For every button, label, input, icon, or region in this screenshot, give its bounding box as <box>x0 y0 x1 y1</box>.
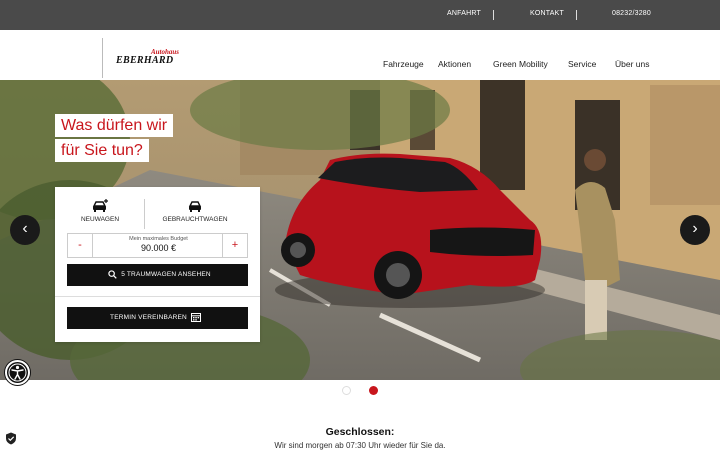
vehicle-search-card: NEUWAGEN GEBRAUCHTWAGEN - Mein maximales… <box>55 187 260 342</box>
budget-increase-button[interactable]: + <box>222 234 247 257</box>
accessibility-icon <box>8 363 27 382</box>
show-cars-button[interactable]: 5 TRAUMWAGEN ANSEHEN <box>67 264 248 286</box>
topbar-divider <box>493 10 494 20</box>
slider-next-button[interactable]: › <box>680 215 710 245</box>
hero-headline: Was dürfen wir für Sie tun? <box>55 114 174 162</box>
anfahrt-link[interactable]: ANFAHRT <box>447 10 481 17</box>
accessibility-button[interactable] <box>5 360 30 385</box>
calendar-icon <box>190 313 201 323</box>
tab-neuwagen-label: NEUWAGEN <box>80 216 120 223</box>
site-header: Autohaus EBERHARD Fahrzeuge Aktionen Gre… <box>0 30 720 80</box>
headline-line-2: für Sie tun? <box>55 139 149 162</box>
slider-prev-button[interactable]: ‹ <box>10 215 40 245</box>
slider-dot-1[interactable] <box>342 386 351 395</box>
opening-status-title: Geschlossen: <box>325 426 395 438</box>
phone-link[interactable]: 08232/3280 <box>612 10 651 17</box>
headline-line-1: Was dürfen wir <box>55 114 174 137</box>
kontakt-link[interactable]: KONTAKT <box>530 10 564 17</box>
logo-line-2: EBERHARD <box>116 55 174 66</box>
logo[interactable]: Autohaus EBERHARD <box>113 46 183 70</box>
tab-divider <box>144 199 145 229</box>
nav-item-green-mobility[interactable]: Green Mobility <box>493 59 548 69</box>
nav-item-fahrzeuge[interactable]: Fahrzeuge <box>383 59 424 69</box>
car-plus-icon <box>92 199 108 212</box>
search-icon <box>108 270 117 279</box>
opening-status-text: Wir sind morgen ab 07:30 Uhr wieder für … <box>274 441 446 450</box>
slider-dot-2[interactable] <box>369 386 378 395</box>
shield-icon[interactable] <box>5 432 17 445</box>
nav-item-aktionen[interactable]: Aktionen <box>438 59 471 69</box>
logo-divider <box>102 38 103 78</box>
car-icon <box>188 201 202 212</box>
budget-stepper: - Mein maximales Budget 90.000 € + <box>67 233 248 258</box>
nav-item-ueber-uns[interactable]: Über uns <box>615 59 650 69</box>
appointment-button[interactable]: TERMIN VEREINBAREN <box>67 307 248 329</box>
nav-item-service[interactable]: Service <box>568 59 596 69</box>
topbar-divider <box>576 10 577 20</box>
show-cars-label: 5 TRAUMWAGEN ANSEHEN <box>121 271 211 278</box>
tab-gebrauchtwagen-label: GEBRAUCHTWAGEN <box>162 216 228 223</box>
top-bar: ANFAHRT KONTAKT 08232/3280 <box>0 0 720 30</box>
tab-gebrauchtwagen[interactable]: GEBRAUCHTWAGEN <box>150 199 240 223</box>
appointment-label: TERMIN VEREINBAREN <box>110 314 187 321</box>
card-divider <box>55 296 260 297</box>
tab-neuwagen[interactable]: NEUWAGEN <box>55 199 145 223</box>
